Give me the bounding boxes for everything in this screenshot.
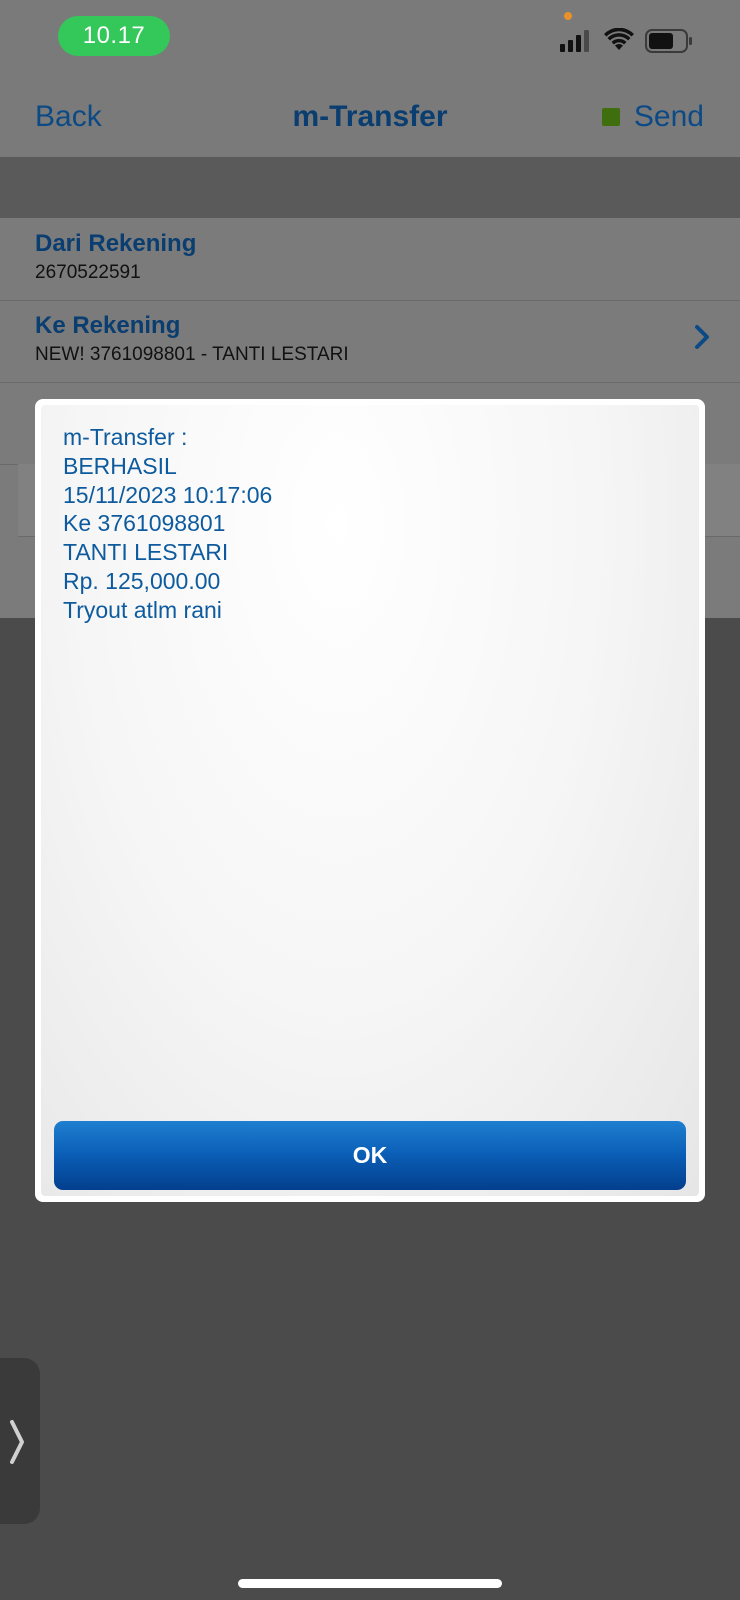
battery-icon bbox=[645, 29, 692, 53]
result-message: m-Transfer : BERHASIL 15/11/2023 10:17:0… bbox=[63, 423, 272, 625]
result-line-datetime: 15/11/2023 10:17:06 bbox=[63, 481, 273, 508]
to-account-value: NEW! 3761098801 - TANTI LESTARI bbox=[35, 344, 349, 365]
result-line-status: BERHASIL bbox=[63, 452, 177, 479]
result-dialog-body: m-Transfer : BERHASIL 15/11/2023 10:17:0… bbox=[41, 405, 699, 1196]
status-bar: 10.17 bbox=[0, 0, 740, 80]
side-drawer-handle[interactable] bbox=[0, 1358, 40, 1524]
home-indicator[interactable] bbox=[238, 1579, 502, 1588]
to-account-row[interactable]: Ke Rekening NEW! 3761098801 - TANTI LEST… bbox=[0, 300, 740, 383]
result-line-recipient-name: TANTI LESTARI bbox=[63, 539, 229, 566]
result-line-title: m-Transfer : bbox=[63, 424, 188, 450]
navigation-bar: Back m-Transfer Send bbox=[0, 80, 740, 157]
status-time: 10.17 bbox=[58, 16, 170, 56]
signal-icon bbox=[560, 30, 589, 52]
send-status-icon bbox=[601, 108, 620, 126]
result-line-note: Tryout atlm rani bbox=[63, 596, 222, 623]
wifi-icon bbox=[604, 28, 634, 50]
ok-button[interactable]: OK bbox=[54, 1121, 686, 1190]
from-account-value: 2670522591 bbox=[35, 262, 141, 283]
chevron-right-icon bbox=[695, 325, 709, 349]
send-button[interactable]: Send bbox=[601, 100, 704, 134]
send-label: Send bbox=[633, 100, 704, 133]
chevron-right-icon bbox=[10, 1420, 24, 1464]
privacy-indicator-dot bbox=[564, 12, 572, 20]
result-line-amount: Rp. 125,000.00 bbox=[63, 567, 221, 594]
from-account-row[interactable]: Dari Rekening 2670522591 bbox=[0, 218, 740, 301]
to-account-label: Ke Rekening bbox=[35, 312, 181, 339]
mobile-screen: 10.17 Back m-Transfer Send Dari Rekening… bbox=[0, 0, 740, 1600]
result-line-destination-account: Ke 3761098801 bbox=[63, 510, 226, 537]
result-dialog: m-Transfer : BERHASIL 15/11/2023 10:17:0… bbox=[35, 399, 705, 1202]
header-spacer bbox=[0, 157, 740, 218]
from-account-label: Dari Rekening bbox=[35, 230, 197, 257]
